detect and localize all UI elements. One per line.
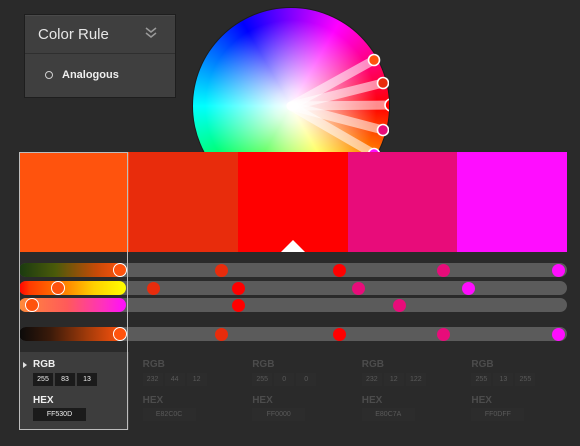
radio-icon[interactable] bbox=[45, 71, 53, 79]
rgb-label: RGB bbox=[142, 359, 165, 370]
saturation-slider-marker[interactable] bbox=[393, 298, 407, 312]
rgb-inputs: 255 13 255 bbox=[471, 373, 536, 386]
value-slider-marker[interactable] bbox=[437, 327, 451, 341]
slider-group bbox=[19, 256, 567, 348]
hue-slider-marker[interactable] bbox=[146, 281, 160, 295]
rgb-inputs: 232 44 12 bbox=[142, 373, 207, 386]
rgb-inputs: 255 83 13 bbox=[33, 373, 97, 386]
color-rule-panel: Color Rule Analogous bbox=[24, 14, 176, 98]
color-swatch[interactable] bbox=[19, 152, 129, 252]
color-swatch[interactable] bbox=[238, 152, 348, 252]
hex-label: HEX bbox=[471, 395, 492, 406]
brightness-slider-marker[interactable] bbox=[552, 263, 566, 277]
hex-input[interactable]: E80C7A bbox=[361, 408, 415, 421]
hex-label: HEX bbox=[361, 395, 383, 406]
color-rule-title: Color Rule bbox=[38, 25, 109, 43]
hex-input[interactable]: FF0000 bbox=[252, 408, 306, 421]
double-chevron-down-icon[interactable] bbox=[145, 26, 157, 40]
brightness-slider-marker[interactable] bbox=[333, 263, 347, 277]
hue-slider-marker[interactable] bbox=[231, 281, 245, 295]
rgb-r-input[interactable]: 255 bbox=[33, 373, 53, 386]
color-values-panel[interactable]: RGB 255 83 13 HEX FF530D bbox=[19, 352, 129, 430]
rgb-b-input[interactable]: 255 bbox=[515, 373, 536, 386]
color-swatch[interactable] bbox=[128, 152, 239, 252]
brightness-slider-fill bbox=[19, 263, 124, 277]
brightness-slider-marker[interactable] bbox=[215, 263, 229, 277]
hex-input[interactable]: FF530D bbox=[33, 408, 86, 421]
value-slider-handle[interactable] bbox=[113, 327, 128, 341]
value-slider-marker[interactable] bbox=[215, 327, 229, 341]
rgb-b-input[interactable]: 13 bbox=[77, 373, 97, 386]
rgb-r-input[interactable]: 232 bbox=[361, 373, 382, 386]
rgb-r-input[interactable]: 255 bbox=[471, 373, 492, 386]
value-slider-fill bbox=[19, 327, 124, 341]
rgb-label: RGB bbox=[33, 359, 56, 370]
rgb-inputs: 255 0 0 bbox=[252, 373, 317, 386]
rgb-b-input[interactable]: 0 bbox=[296, 373, 317, 386]
wheel-marker-handle[interactable] bbox=[367, 53, 381, 67]
hue-slider-fill bbox=[19, 281, 126, 295]
brightness-slider-track[interactable] bbox=[19, 263, 567, 277]
value-slider-marker[interactable] bbox=[333, 327, 347, 341]
wheel-marker-handle[interactable] bbox=[376, 76, 389, 90]
value-slider-track[interactable] bbox=[19, 327, 567, 341]
expand-arrow-icon[interactable] bbox=[23, 362, 27, 368]
color-values-panel[interactable]: RGB 255 0 0 HEX FF0000 bbox=[238, 352, 348, 430]
rgb-r-input[interactable]: 255 bbox=[252, 373, 273, 386]
color-theme-editor: Color Rule Analogous RGB 255 83 13 HEX FF530D… bbox=[0, 0, 580, 446]
hue-slider-track[interactable] bbox=[19, 281, 567, 295]
hex-input[interactable]: E82C0C bbox=[142, 408, 196, 421]
rgb-b-input[interactable]: 12 bbox=[186, 373, 207, 386]
color-rule-option-analogous[interactable]: Analogous bbox=[25, 54, 175, 96]
color-rule-option-label: Analogous bbox=[62, 69, 119, 81]
hue-slider-marker[interactable] bbox=[352, 281, 366, 295]
rgb-g-input[interactable]: 83 bbox=[55, 373, 75, 386]
base-color-caret-icon bbox=[280, 240, 305, 252]
rgb-g-input[interactable]: 0 bbox=[274, 373, 295, 386]
color-values-panel[interactable]: RGB 255 13 255 HEX FF0DFF bbox=[457, 352, 567, 430]
saturation-slider-marker[interactable] bbox=[231, 298, 245, 312]
wheel-marker-handle[interactable] bbox=[376, 123, 389, 137]
saturation-slider-track[interactable] bbox=[19, 298, 567, 312]
hex-label: HEX bbox=[252, 395, 273, 406]
color-values-row: RGB 255 83 13 HEX FF530D RGB 232 44 12 HEX E82C0C RG… bbox=[19, 352, 567, 430]
color-rule-header[interactable]: Color Rule bbox=[25, 15, 175, 54]
swatch-strip bbox=[19, 152, 567, 252]
hex-input[interactable]: FF0DFF bbox=[471, 408, 525, 421]
rgb-g-input[interactable]: 12 bbox=[383, 373, 404, 386]
rgb-label: RGB bbox=[471, 359, 494, 370]
color-swatch[interactable] bbox=[457, 152, 567, 252]
rgb-inputs: 232 12 122 bbox=[361, 373, 426, 386]
brightness-slider-handle[interactable] bbox=[113, 263, 128, 277]
rgb-b-input[interactable]: 122 bbox=[405, 373, 426, 386]
rgb-label: RGB bbox=[252, 359, 275, 370]
hue-slider-marker[interactable] bbox=[461, 281, 475, 295]
brightness-slider-marker[interactable] bbox=[437, 263, 451, 277]
color-values-panel[interactable]: RGB 232 44 12 HEX E82C0C bbox=[129, 352, 239, 430]
value-slider-marker[interactable] bbox=[552, 327, 566, 341]
hex-label: HEX bbox=[33, 395, 54, 406]
rgb-g-input[interactable]: 13 bbox=[493, 373, 514, 386]
color-swatch[interactable] bbox=[347, 152, 458, 252]
rgb-label: RGB bbox=[361, 359, 385, 370]
color-values-panel[interactable]: RGB 232 12 122 HEX E80C7A bbox=[348, 352, 458, 430]
rgb-r-input[interactable]: 232 bbox=[142, 373, 163, 386]
hex-label: HEX bbox=[142, 395, 164, 406]
rgb-g-input[interactable]: 44 bbox=[164, 373, 185, 386]
